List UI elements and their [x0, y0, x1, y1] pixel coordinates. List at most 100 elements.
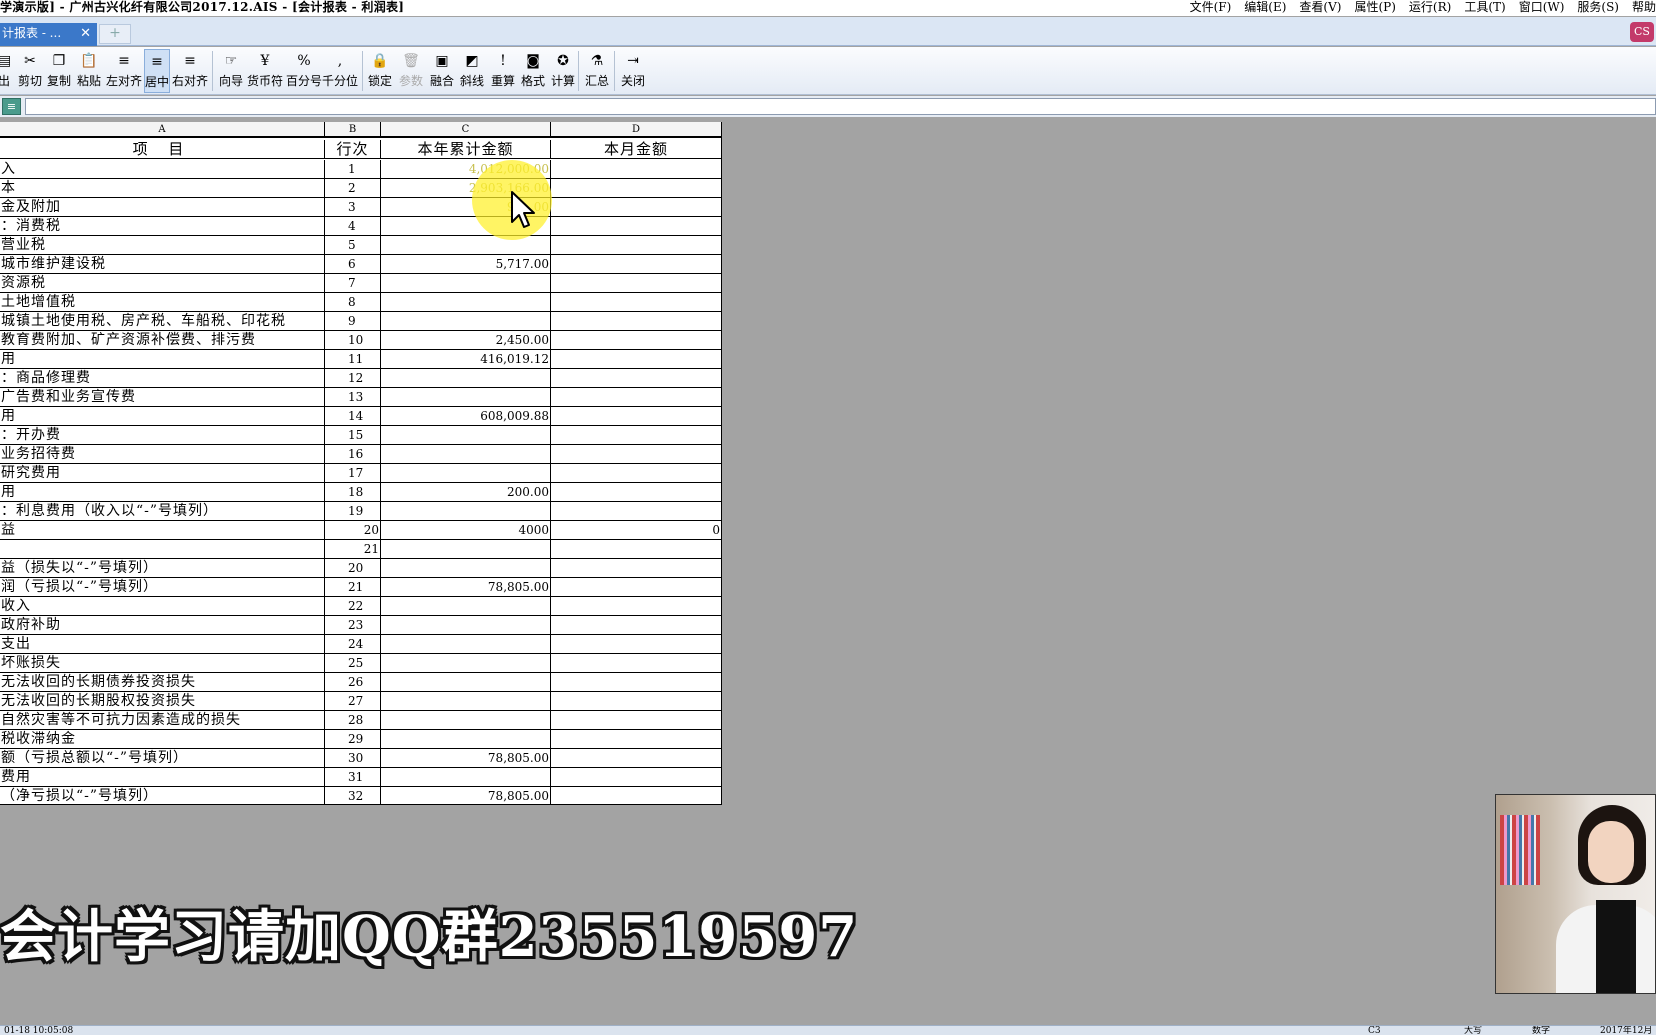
- cell-ytd-amount[interactable]: [381, 426, 551, 444]
- cell-item[interactable]: 自然灾害等不可抗力因素造成的损失: [0, 711, 325, 729]
- cell-ytd-amount[interactable]: [381, 312, 551, 330]
- toolbar-button-17[interactable]: ✪ 计算: [548, 49, 578, 93]
- cell-line-no[interactable]: 3: [325, 198, 381, 216]
- toolbar-button-4[interactable]: ≡ 左对齐: [106, 49, 142, 93]
- cell-line-no[interactable]: 20: [325, 521, 381, 539]
- cell-item[interactable]: 用: [0, 407, 325, 425]
- cell-ytd-amount[interactable]: [381, 464, 551, 482]
- toolbar-button-7[interactable]: ☞ 向导: [216, 49, 246, 93]
- cell-line-no[interactable]: 10: [325, 331, 381, 349]
- cell-item[interactable]: 教育费附加、矿产资源补偿费、排污费: [0, 331, 325, 349]
- column-header-d[interactable]: D: [551, 122, 721, 138]
- cell-line-no[interactable]: 27: [325, 692, 381, 710]
- toolbar-button-5[interactable]: ≡ 居中: [144, 49, 170, 93]
- cell-item[interactable]: 土地增值税: [0, 293, 325, 311]
- cell-line-no[interactable]: 21: [325, 578, 381, 596]
- cell-item[interactable]: 城市维护建设税: [0, 255, 325, 273]
- cell-line-no[interactable]: 12: [325, 369, 381, 387]
- cell-item[interactable]: 支出: [0, 635, 325, 653]
- header-item[interactable]: 项 目: [0, 140, 325, 158]
- cell-month-amount[interactable]: [551, 426, 721, 444]
- header-line-no[interactable]: 行次: [325, 140, 381, 158]
- cell-ytd-amount[interactable]: [381, 540, 551, 558]
- menu-item-0[interactable]: 文件(F): [1190, 0, 1232, 15]
- toolbar-button-11[interactable]: 🔒 锁定: [366, 49, 394, 93]
- cell-month-amount[interactable]: [551, 464, 721, 482]
- cell-ytd-amount[interactable]: 5,717.00: [381, 255, 551, 273]
- cell-ytd-amount[interactable]: [381, 388, 551, 406]
- cell-month-amount[interactable]: [551, 711, 721, 729]
- cell-ytd-amount[interactable]: 4000: [381, 521, 551, 539]
- toolbar-button-10[interactable]: , 千分位: [322, 49, 358, 93]
- toolbar-button-2[interactable]: ❐ 复制: [45, 49, 73, 93]
- cell-line-no[interactable]: 9: [325, 312, 381, 330]
- cell-month-amount[interactable]: [551, 635, 721, 653]
- cell-line-no[interactable]: 1: [325, 160, 381, 178]
- cell-item[interactable]: 额（亏损总额以“-”号填列）: [0, 749, 325, 767]
- column-header-a[interactable]: A: [0, 122, 325, 138]
- cell-item[interactable]: 无法收回的长期股权投资损失: [0, 692, 325, 710]
- formula-input[interactable]: [25, 98, 1656, 115]
- cell-month-amount[interactable]: [551, 217, 721, 235]
- cell-month-amount[interactable]: [551, 293, 721, 311]
- cell-item[interactable]: 本: [0, 179, 325, 197]
- cell-line-no[interactable]: 14: [325, 407, 381, 425]
- cell-line-no[interactable]: 23: [325, 616, 381, 634]
- cell-item[interactable]: 城镇土地使用税、房产税、车船税、印花税: [0, 312, 325, 330]
- cell-item[interactable]: 业务招待费: [0, 445, 325, 463]
- cell-line-no[interactable]: 30: [325, 749, 381, 767]
- cell-item[interactable]: 费用: [0, 768, 325, 786]
- cell-line-no[interactable]: 2: [325, 179, 381, 197]
- menu-item-7[interactable]: 服务(S): [1577, 0, 1619, 15]
- cell-ytd-amount[interactable]: [381, 369, 551, 387]
- toolbar-button-15[interactable]: ! 重算: [489, 49, 517, 93]
- menu-item-1[interactable]: 编辑(E): [1244, 0, 1286, 15]
- cell-month-amount[interactable]: [551, 787, 721, 804]
- tab-report[interactable]: 计报表 - ... ✕: [0, 23, 97, 46]
- cell-month-amount[interactable]: [551, 350, 721, 368]
- formula-icon[interactable]: ≡: [2, 98, 21, 115]
- menu-item-5[interactable]: 工具(T): [1464, 0, 1505, 15]
- cell-month-amount[interactable]: [551, 160, 721, 178]
- toolbar-button-18[interactable]: ⚗ 汇总: [582, 49, 612, 93]
- cell-ytd-amount[interactable]: [381, 597, 551, 615]
- cell-month-amount[interactable]: [551, 616, 721, 634]
- cell-ytd-amount[interactable]: 608,009.88: [381, 407, 551, 425]
- cell-line-no[interactable]: 19: [325, 502, 381, 520]
- cell-ytd-amount[interactable]: 78,805.00: [381, 749, 551, 767]
- cell-month-amount[interactable]: [551, 445, 721, 463]
- cell-month-amount[interactable]: [551, 502, 721, 520]
- menu-item-3[interactable]: 属性(P): [1354, 0, 1395, 15]
- cell-line-no[interactable]: 11: [325, 350, 381, 368]
- cell-month-amount[interactable]: 0: [551, 521, 721, 539]
- menu-item-8[interactable]: 帮助: [1632, 0, 1656, 15]
- cell-line-no[interactable]: 24: [325, 635, 381, 653]
- cell-item[interactable]: ：开办费: [0, 426, 325, 444]
- cell-month-amount[interactable]: [551, 749, 721, 767]
- cell-ytd-amount[interactable]: 78,805.00: [381, 578, 551, 596]
- menu-item-4[interactable]: 运行(R): [1409, 0, 1451, 15]
- cell-ytd-amount[interactable]: [381, 236, 551, 254]
- cell-ytd-amount[interactable]: [381, 445, 551, 463]
- cell-item[interactable]: 益: [0, 521, 325, 539]
- toolbar-button-12[interactable]: 🗑 参数: [397, 49, 425, 93]
- cell-ytd-amount[interactable]: [381, 635, 551, 653]
- cell-item[interactable]: 润（亏损以“-”号填列）: [0, 578, 325, 596]
- cell-item[interactable]: 入: [0, 160, 325, 178]
- cell-item[interactable]: 政府补助: [0, 616, 325, 634]
- cell-item[interactable]: 收入: [0, 597, 325, 615]
- cell-item[interactable]: [0, 540, 325, 558]
- cell-ytd-amount[interactable]: [381, 711, 551, 729]
- cell-item[interactable]: 研究费用: [0, 464, 325, 482]
- menu-item-2[interactable]: 查看(V): [1299, 0, 1341, 15]
- toolbar-button-3[interactable]: 📋 粘贴: [75, 49, 103, 93]
- toolbar-button-8[interactable]: ¥ 货币符: [246, 49, 284, 93]
- cell-line-no[interactable]: 18: [325, 483, 381, 501]
- cell-item[interactable]: ：消费税: [0, 217, 325, 235]
- cell-ytd-amount[interactable]: [381, 730, 551, 748]
- cell-ytd-amount[interactable]: [381, 654, 551, 672]
- toolbar-button-6[interactable]: ≡ 右对齐: [172, 49, 208, 93]
- cell-ytd-amount[interactable]: [381, 274, 551, 292]
- new-tab-button[interactable]: +: [99, 24, 131, 44]
- cell-month-amount[interactable]: [551, 407, 721, 425]
